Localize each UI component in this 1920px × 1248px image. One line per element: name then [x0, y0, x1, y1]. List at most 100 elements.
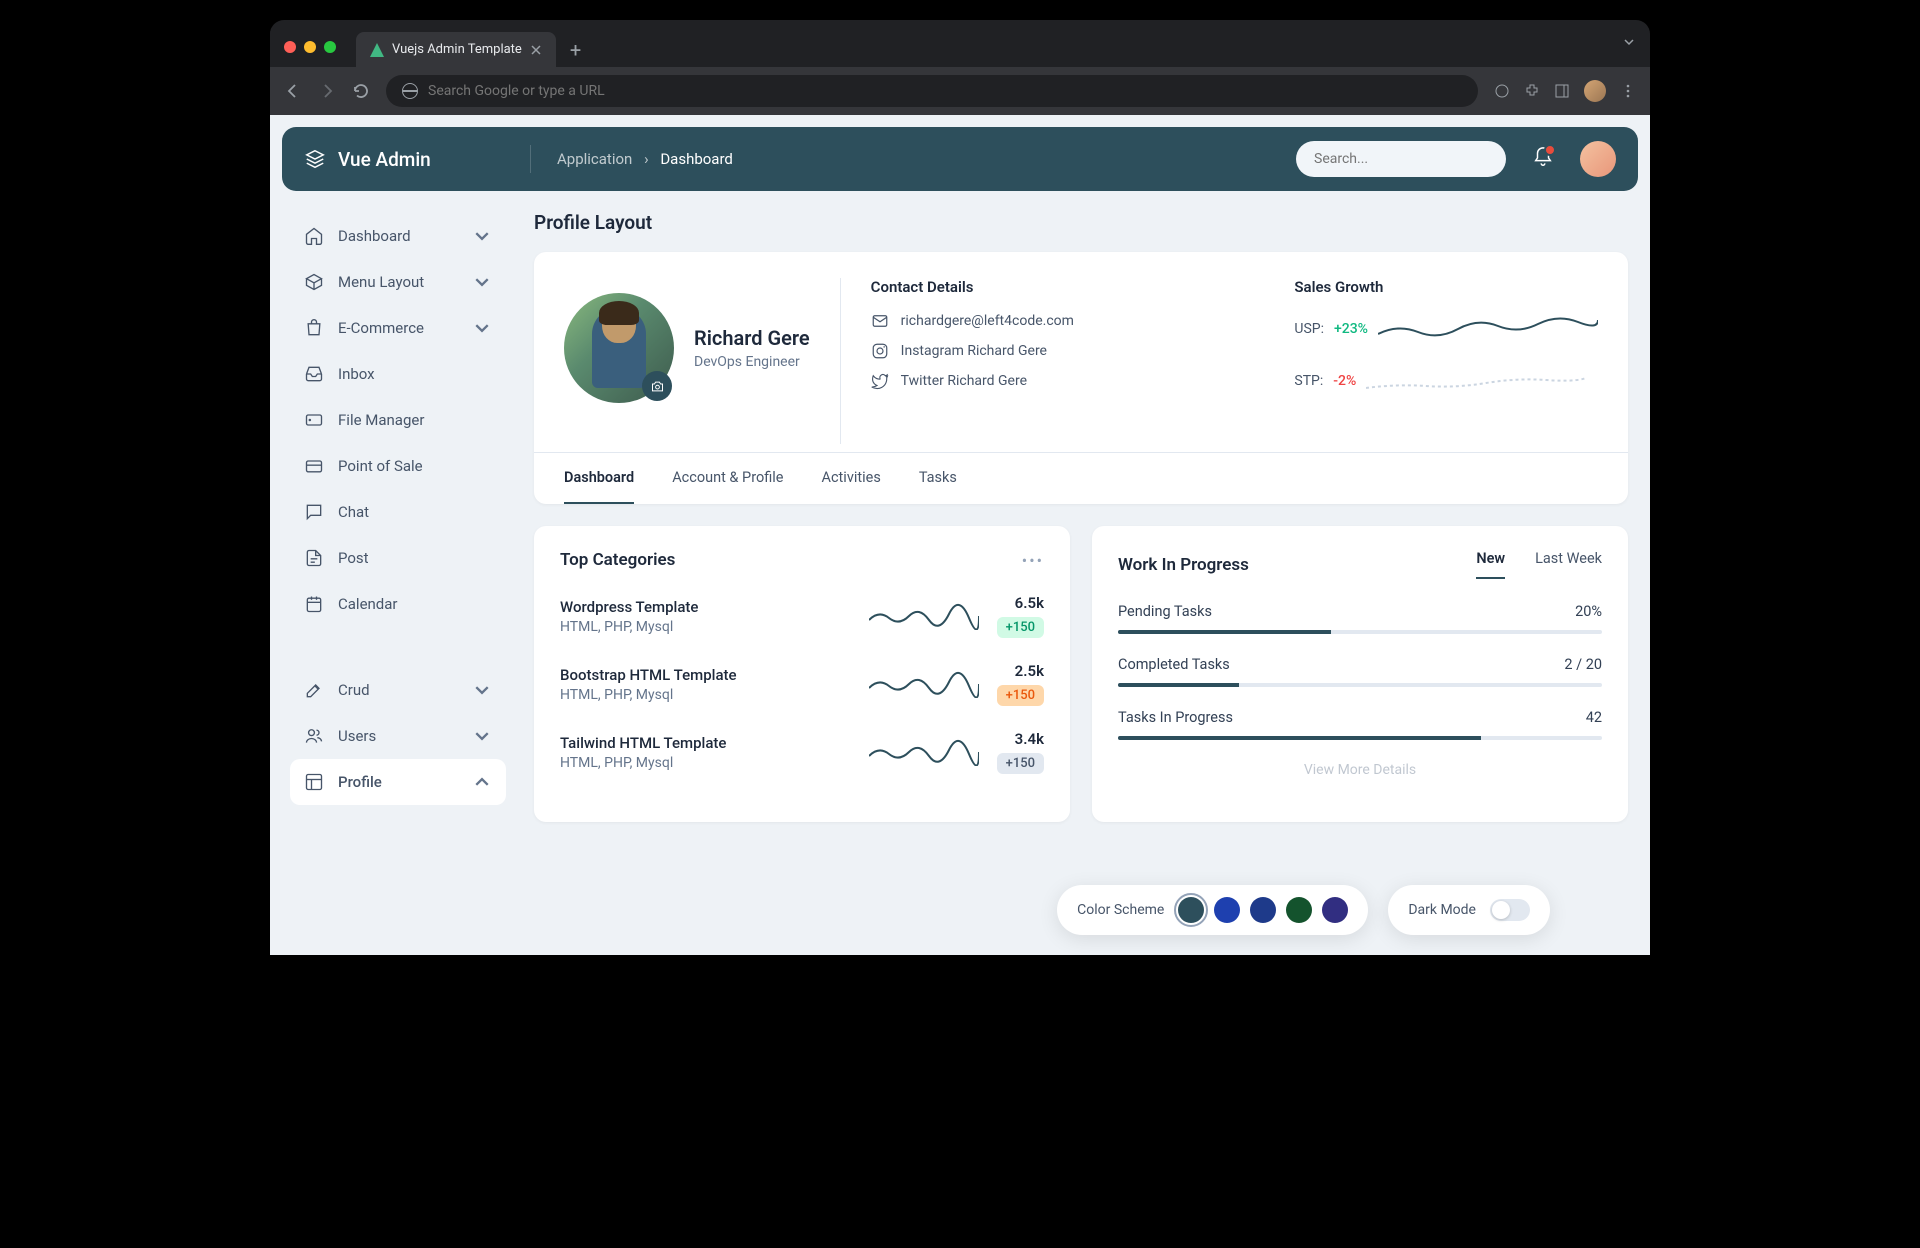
vue-icon — [370, 43, 384, 57]
chevron-down-icon — [472, 772, 492, 792]
sidebar-item-file-manager[interactable]: File Manager — [290, 397, 506, 443]
category-subtitle: HTML, PHP, Mysql — [560, 755, 851, 771]
category-title: Tailwind HTML Template — [560, 734, 851, 752]
bag-icon — [304, 318, 324, 338]
profile-tab-account-profile[interactable]: Account & Profile — [672, 453, 783, 504]
file-icon — [304, 548, 324, 568]
category-title: Wordpress Template — [560, 598, 851, 616]
close-icon[interactable] — [530, 44, 542, 56]
instagram-icon — [871, 342, 889, 360]
chevron-down-icon — [472, 726, 492, 746]
sidebar-item-label: Menu Layout — [338, 273, 424, 291]
sidebar-item-label: Post — [338, 549, 369, 567]
profile-avatar-icon[interactable] — [1584, 80, 1606, 102]
change-photo-button[interactable] — [642, 371, 672, 401]
sidebar-item-users[interactable]: Users — [290, 713, 506, 759]
url-input[interactable] — [428, 83, 1462, 99]
profile-tab-dashboard[interactable]: Dashboard — [564, 453, 634, 504]
sidebar-item-crud[interactable]: Crud — [290, 667, 506, 713]
growth-row: USP: +23% — [1294, 314, 1598, 344]
sparkline — [869, 602, 979, 630]
search-box[interactable] — [1296, 141, 1506, 177]
chevron-down-icon — [472, 272, 492, 292]
reload-icon[interactable] — [352, 82, 370, 100]
brand[interactable]: Vue Admin — [304, 148, 504, 171]
color-swatch[interactable] — [1250, 897, 1276, 923]
globe-icon — [402, 83, 418, 99]
progress-label: Completed Tasks — [1118, 656, 1230, 673]
calendar-icon — [304, 594, 324, 614]
more-icon[interactable]: ••• — [1022, 551, 1044, 570]
profile-tab-activities[interactable]: Activities — [822, 453, 881, 504]
scheme-label: Color Scheme — [1077, 902, 1164, 918]
browser-tab[interactable]: Vuejs Admin Template — [356, 32, 556, 67]
chevron-down-icon — [472, 318, 492, 338]
wip-tab-last-week[interactable]: Last Week — [1535, 550, 1602, 579]
sparkline — [869, 670, 979, 698]
panel-icon[interactable] — [1554, 83, 1570, 99]
sidebar-item-label: Profile — [338, 773, 382, 791]
color-swatch[interactable] — [1178, 897, 1204, 923]
extensions-icon[interactable] — [1524, 83, 1540, 99]
category-value: 3.4k — [997, 730, 1044, 748]
category-delta-badge: +150 — [997, 685, 1044, 706]
sidebar-item-label: Inbox — [338, 365, 375, 383]
chevron-down-icon — [472, 226, 492, 246]
sidebar-item-profile[interactable]: Profile — [290, 759, 506, 805]
forward-icon[interactable] — [318, 82, 336, 100]
menu-icon[interactable] — [1620, 83, 1636, 99]
color-swatch[interactable] — [1214, 897, 1240, 923]
sidebar-item-point-of-sale[interactable]: Point of Sale — [290, 443, 506, 489]
camera-icon — [650, 379, 665, 394]
progress-value: 42 — [1586, 709, 1602, 726]
sidebar-item-calendar[interactable]: Calendar — [290, 581, 506, 627]
home-icon — [304, 226, 324, 246]
mail-icon — [871, 312, 889, 330]
tabs-dropdown-icon[interactable] — [1608, 20, 1650, 67]
contact-row: Twitter Richard Gere — [871, 372, 1074, 390]
color-scheme-picker: Color Scheme — [1057, 885, 1368, 935]
view-more-link[interactable]: View More Details — [1118, 762, 1602, 778]
wip-tab-new[interactable]: New — [1476, 550, 1505, 579]
sidebar-item-inbox[interactable]: Inbox — [290, 351, 506, 397]
profile-role: DevOps Engineer — [694, 354, 810, 370]
progress-value: 20% — [1575, 603, 1602, 620]
dark-mode-toggle[interactable] — [1490, 899, 1530, 921]
profile-tab-tasks[interactable]: Tasks — [919, 453, 957, 504]
panel-title: Work In Progress — [1118, 555, 1249, 575]
sidebar-item-label: E-Commerce — [338, 319, 424, 337]
user-avatar[interactable] — [1580, 141, 1616, 177]
progress-row: Pending Tasks 20% — [1118, 603, 1602, 634]
progress-label: Tasks In Progress — [1118, 709, 1233, 726]
back-icon[interactable] — [284, 82, 302, 100]
sidebar-item-label: Calendar — [338, 595, 398, 613]
window-controls[interactable] — [270, 27, 350, 67]
address-bar[interactable] — [386, 75, 1478, 107]
dark-mode-label: Dark Mode — [1408, 902, 1476, 918]
search-input[interactable] — [1314, 151, 1492, 167]
progress-label: Pending Tasks — [1118, 603, 1212, 620]
color-swatch[interactable] — [1322, 897, 1348, 923]
profile-name: Richard Gere — [694, 326, 810, 350]
progress-row: Completed Tasks 2 / 20 — [1118, 656, 1602, 687]
progress-row: Tasks In Progress 42 — [1118, 709, 1602, 740]
drive-icon — [304, 410, 324, 430]
color-swatch[interactable] — [1286, 897, 1312, 923]
sidebar-item-menu-layout[interactable]: Menu Layout — [290, 259, 506, 305]
layers-icon — [304, 148, 326, 170]
sidebar-item-dashboard[interactable]: Dashboard — [290, 213, 506, 259]
sidebar-item-e-commerce[interactable]: E-Commerce — [290, 305, 506, 351]
new-tab-button[interactable]: + — [570, 38, 581, 62]
edit-icon — [304, 680, 324, 700]
category-row: Tailwind HTML Template HTML, PHP, Mysql 3… — [560, 730, 1044, 774]
ext-icon[interactable] — [1494, 83, 1510, 99]
sparkline — [1366, 366, 1586, 396]
sidebar-item-chat[interactable]: Chat — [290, 489, 506, 535]
sidebar-item-post[interactable]: Post — [290, 535, 506, 581]
category-title: Bootstrap HTML Template — [560, 666, 851, 684]
progress-value: 2 / 20 — [1564, 656, 1602, 673]
tab-title: Vuejs Admin Template — [392, 42, 522, 57]
notifications-button[interactable] — [1532, 146, 1554, 172]
sidebar-item-label: Point of Sale — [338, 457, 423, 475]
users-icon — [304, 726, 324, 746]
